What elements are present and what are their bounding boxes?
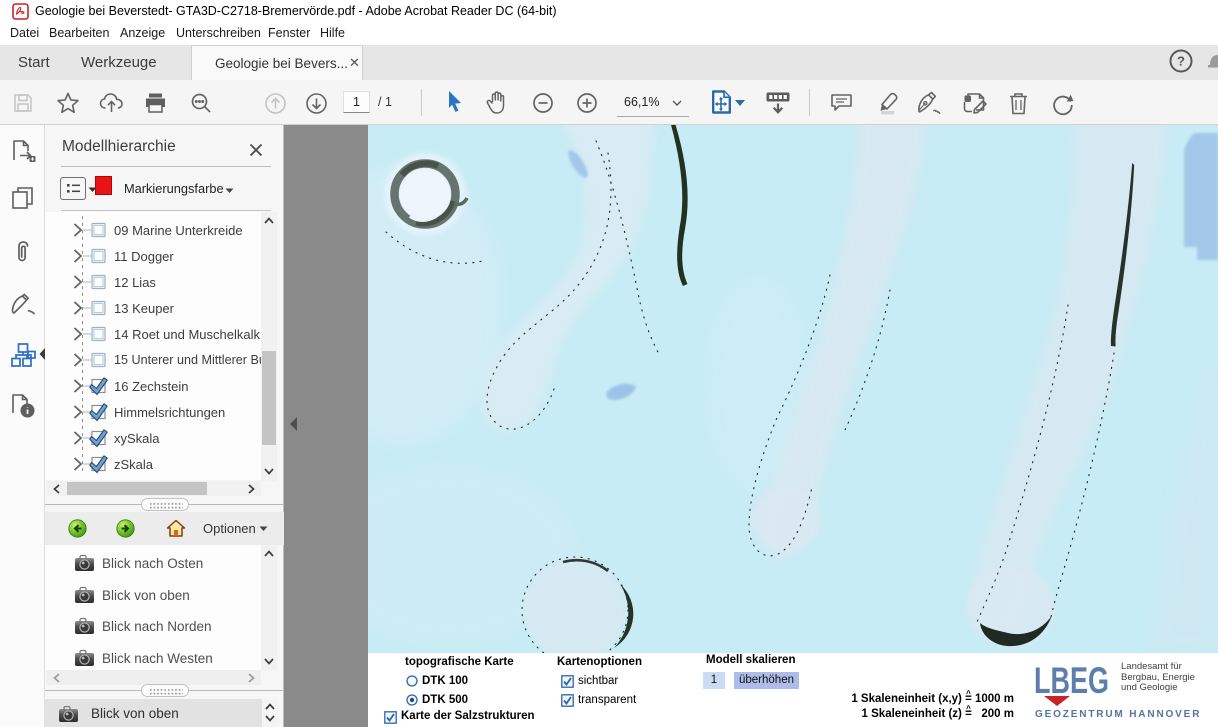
svg-text:LBEG: LBEG — [1034, 665, 1109, 697]
svg-text:?: ? — [1177, 54, 1185, 69]
